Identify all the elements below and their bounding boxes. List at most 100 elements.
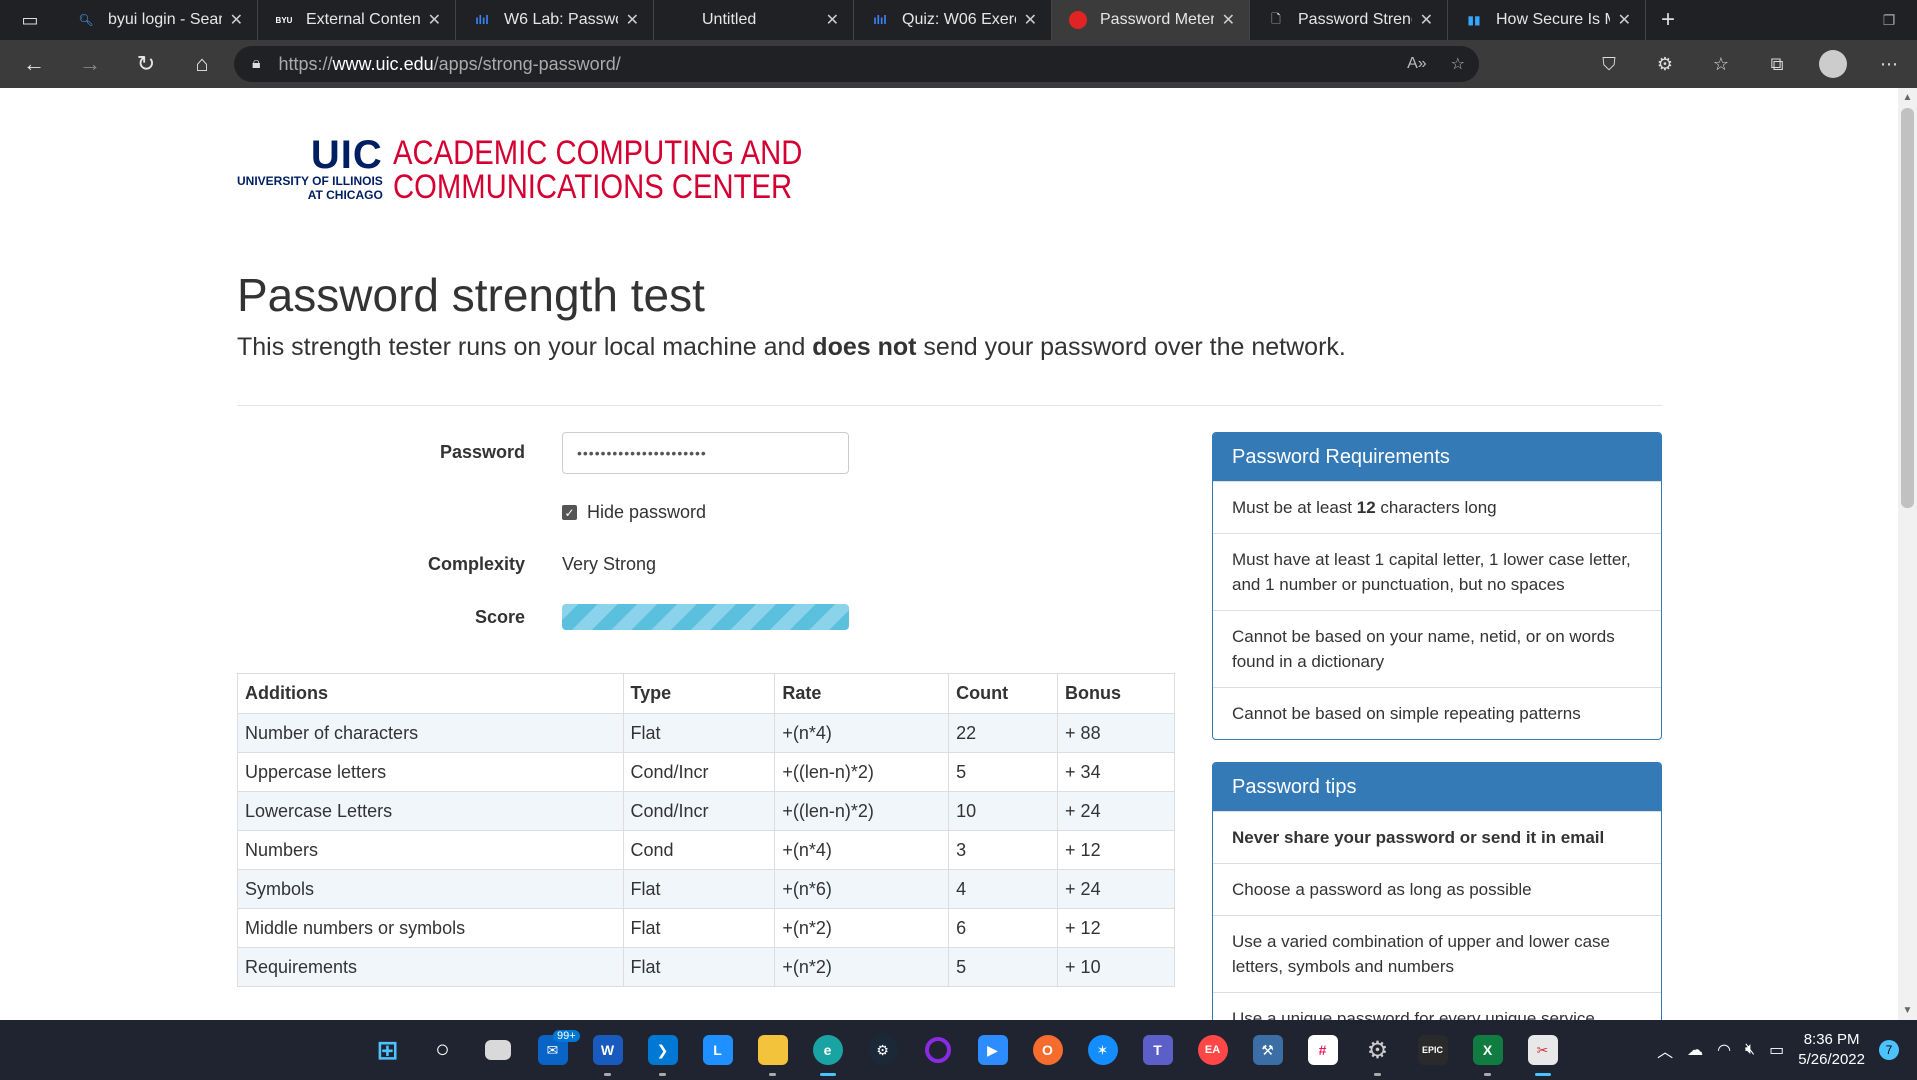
favorites-icon[interactable]: ☆ — [1693, 54, 1749, 75]
requirement-item: Must be at least 12 characters long — [1213, 481, 1661, 533]
ssms-icon[interactable]: ⚒ — [1240, 1020, 1295, 1080]
edge-icon[interactable]: e — [800, 1020, 855, 1080]
teams-icon[interactable]: T — [1130, 1020, 1185, 1080]
tips-panel: Password tips Never share your password … — [1212, 762, 1662, 1020]
chevron-up-icon[interactable]: ︿ — [1657, 1038, 1673, 1062]
zoom-icon[interactable]: ▶ — [965, 1020, 1020, 1080]
refresh-icon[interactable]: ↻ — [118, 40, 174, 88]
address-bar[interactable]: 🔒︎ https://www.uic.edu/apps/strong-passw… — [234, 46, 1479, 82]
home-icon[interactable]: ⌂ — [174, 40, 230, 88]
tab-external-content[interactable]: BYU External Content ✕ — [258, 0, 456, 40]
tab-title: Password Meter - — [1100, 11, 1214, 28]
l-app-icon[interactable]: L — [690, 1020, 745, 1080]
vscode-glyph-icon: ❯ — [647, 1035, 678, 1065]
task-view-icon[interactable] — [470, 1020, 525, 1080]
ea-icon[interactable]: EA — [1185, 1020, 1240, 1080]
start-icon[interactable]: ⊞ — [360, 1020, 415, 1080]
battlenet-icon[interactable]: ✶ — [1075, 1020, 1130, 1080]
tab-byui-login[interactable]: 🔍︎ byui login - Search ✕ — [60, 0, 258, 40]
cortana-icon[interactable] — [910, 1020, 965, 1080]
forward-icon[interactable]: → — [62, 40, 118, 88]
epic-glyph-icon: EPIC — [1417, 1035, 1448, 1065]
clock-time: 8:36 PM — [1803, 1031, 1860, 1048]
edge-glyph-icon: e — [812, 1035, 843, 1065]
table-row: Numbers Cond +(n*4) 3 + 12 — [237, 830, 1175, 870]
back-icon[interactable]: ← — [6, 40, 62, 88]
url-host: www.uic.edu — [332, 53, 434, 74]
tab-quiz-w06[interactable]: ılıl Quiz: W06 Exercis ✕ — [854, 0, 1052, 40]
snipping-tool-icon[interactable]: ✂ — [1515, 1020, 1570, 1080]
onedrive-icon[interactable]: ☁ — [1687, 1040, 1703, 1060]
canvas-bars-icon: ılıl — [873, 13, 887, 27]
origin-icon[interactable]: O — [1020, 1020, 1075, 1080]
cell-addition: Uppercase letters — [237, 752, 624, 792]
tab-how-secure[interactable]: ▮▮ How Secure Is My ✕ — [1448, 0, 1646, 40]
close-icon[interactable]: ✕ — [626, 10, 639, 30]
cell-type: Flat — [622, 713, 776, 753]
hide-password-checkbox[interactable]: ✓ — [562, 505, 577, 520]
cell-rate: +((len-n)*2) — [774, 752, 950, 792]
close-icon[interactable]: ✕ — [230, 10, 243, 30]
new-tab-icon[interactable]: + — [1646, 6, 1690, 34]
table-row: Requirements Flat +(n*2) 5 + 10 — [237, 947, 1175, 987]
read-aloud-icon[interactable]: A» — [1407, 55, 1427, 73]
uic-accc-logo[interactable]: UIC UNIVERSITY OF ILLINOIS AT CHICAGO AC… — [237, 135, 869, 208]
logo-location: AT CHICAGO — [307, 188, 383, 202]
close-icon[interactable]: ✕ — [1420, 10, 1433, 30]
page-scrollbar[interactable]: ▲ ▼ — [1898, 88, 1917, 1020]
epic-games-icon[interactable]: EPIC — [1405, 1020, 1460, 1080]
cell-rate: +(n*4) — [774, 713, 950, 753]
scroll-up-icon[interactable]: ▲ — [1898, 92, 1917, 103]
url-text[interactable]: https://www.uic.edu/apps/strong-password… — [279, 54, 621, 75]
cell-rate: +((len-n)*2) — [774, 791, 950, 831]
vscode-icon[interactable]: ❯ — [635, 1020, 690, 1080]
close-icon[interactable]: ✕ — [1618, 10, 1631, 30]
hide-password-option[interactable]: ✓ Hide password — [562, 502, 706, 523]
scrollbar-thumb[interactable] — [1901, 108, 1914, 508]
tab-title: External Content — [306, 11, 420, 28]
wifi-icon[interactable]: ◠ — [1717, 1040, 1731, 1060]
profile-avatar[interactable] — [1805, 50, 1861, 78]
tip-item: Use a varied combination of upper and lo… — [1213, 915, 1661, 992]
requirement-text: Must be at least — [1232, 498, 1357, 517]
lock-icon[interactable]: 🔒︎ — [252, 55, 261, 73]
close-icon[interactable]: ✕ — [1024, 10, 1037, 30]
close-icon[interactable]: ✕ — [428, 10, 441, 30]
tab-untitled[interactable]: Untitled ✕ — [654, 0, 854, 40]
collections-icon[interactable]: ⧉ — [1749, 54, 1805, 75]
close-icon[interactable]: ✕ — [1222, 10, 1235, 30]
complexity-value: Very Strong — [562, 554, 657, 574]
settings-icon[interactable]: ⚙ — [1350, 1020, 1405, 1080]
cell-count: 5 — [948, 947, 1059, 987]
browser-tools: ⛉ ⚙ ☆ ⧉ ⋯ — [1581, 40, 1917, 88]
excel-icon[interactable]: X — [1460, 1020, 1515, 1080]
header-rate: Rate — [774, 673, 950, 714]
volume-muted-icon[interactable]: 🔇︎ — [1745, 1041, 1755, 1059]
favorite-add-icon[interactable]: ☆ — [1451, 54, 1465, 74]
clock[interactable]: 8:36 PM 5/26/2022 — [1798, 1030, 1865, 1070]
password-input[interactable]: •••••••••••••••••••••• — [562, 432, 849, 474]
requirements-title: Password Requirements — [1213, 433, 1661, 481]
more-icon[interactable]: ⋯ — [1861, 54, 1917, 75]
steam-icon[interactable]: ⚙ — [855, 1020, 910, 1080]
notification-badge[interactable]: 7 — [1879, 1040, 1899, 1060]
close-icon[interactable]: ✕ — [826, 10, 839, 30]
windows-logo-icon: ⊞ — [376, 1034, 399, 1065]
scroll-down-icon[interactable]: ▼ — [1898, 1005, 1917, 1016]
tab-w6-lab[interactable]: ılıl W6 Lab: Password ✕ — [456, 0, 654, 40]
file-explorer-icon[interactable] — [745, 1020, 800, 1080]
tab-actions-icon[interactable]: ▭ — [0, 0, 60, 40]
cell-type: Flat — [622, 869, 776, 909]
shield-icon[interactable]: ⛉ — [1581, 54, 1637, 75]
slack-icon[interactable]: # — [1295, 1020, 1350, 1080]
tab-password-strength[interactable]: 🗋 Password Strengt ✕ — [1250, 0, 1448, 40]
mail-icon[interactable]: ✉ 99+ — [525, 1020, 580, 1080]
tab-password-meter[interactable]: Password Meter - ✕ — [1052, 0, 1250, 40]
requirement-item: Cannot be based on your name, netid, or … — [1213, 610, 1661, 687]
ea-glyph-icon: EA — [1197, 1035, 1228, 1065]
restore-icon[interactable]: ❐ — [1861, 0, 1917, 40]
extensions-icon[interactable]: ⚙ — [1637, 54, 1693, 75]
word-icon[interactable]: W — [580, 1020, 635, 1080]
search-icon[interactable]: ○ — [415, 1020, 470, 1080]
battery-icon[interactable]: ▭ — [1769, 1040, 1784, 1060]
